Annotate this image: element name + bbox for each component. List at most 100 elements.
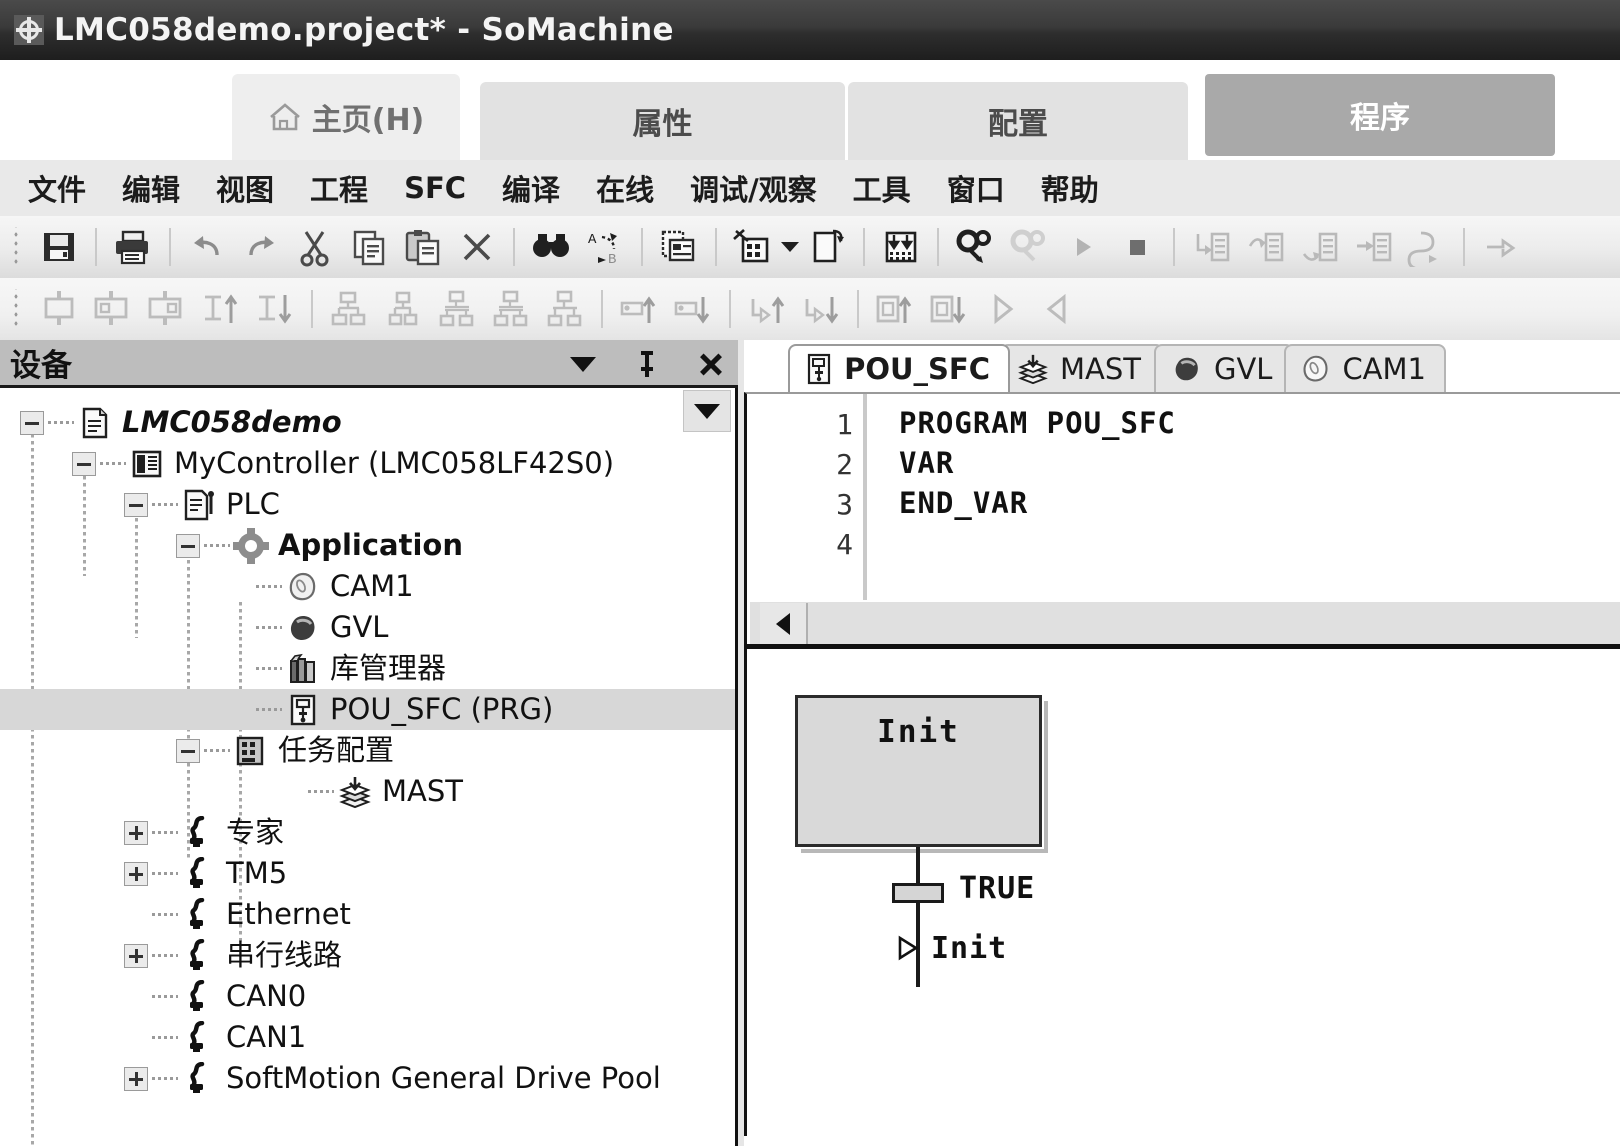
- tree-item-can0[interactable]: CAN0: [0, 976, 735, 1017]
- logout-icon[interactable]: [1002, 222, 1056, 272]
- ribbon-tab-configuration[interactable]: 配置: [848, 82, 1188, 160]
- set-next-statement-icon[interactable]: [1400, 222, 1454, 272]
- tree-item-gvl[interactable]: GVL: [0, 607, 735, 648]
- expander-plus-icon[interactable]: [124, 1066, 148, 1091]
- chevron-down-icon[interactable]: [568, 349, 598, 379]
- insert-macro-after-icon[interactable]: [922, 284, 976, 334]
- tree-item-task-configuration[interactable]: 任务配置: [0, 730, 735, 771]
- tree-item-application[interactable]: Application: [0, 525, 735, 566]
- tab-cam1[interactable]: CAM1: [1284, 344, 1446, 392]
- declaration-hscrollbar[interactable]: [750, 600, 1620, 644]
- expander-plus-icon[interactable]: [124, 943, 148, 968]
- triangle-left-icon[interactable]: [760, 603, 808, 644]
- tab-pou-sfc[interactable]: POU_SFC: [788, 344, 1010, 392]
- ribbon-tab-home[interactable]: 主页(H): [232, 74, 460, 160]
- menu-item-tools[interactable]: 工具: [853, 167, 911, 209]
- download-icon[interactable]: [874, 222, 928, 272]
- tree-item-expert[interactable]: 专家: [0, 812, 735, 853]
- tree-item-mast[interactable]: MAST: [0, 771, 735, 812]
- login-icon[interactable]: [948, 222, 1002, 272]
- generate-code-icon[interactable]: [800, 222, 854, 272]
- menu-item-help[interactable]: 帮助: [1041, 167, 1099, 209]
- print-icon[interactable]: [106, 222, 160, 272]
- insert-branch-extra-icon[interactable]: [538, 284, 592, 334]
- tree-item-library-manager[interactable]: 库管理器: [0, 648, 735, 689]
- menu-item-online[interactable]: 在线: [596, 167, 654, 209]
- insert-parallel-branch-left-icon[interactable]: [430, 284, 484, 334]
- replace-icon[interactable]: AB: [578, 222, 632, 272]
- ribbon-tab-properties[interactable]: 属性: [480, 82, 845, 160]
- tree-item-cam1[interactable]: CAM1: [0, 566, 735, 607]
- menu-item-file[interactable]: 文件: [28, 167, 86, 209]
- undo-icon[interactable]: [180, 222, 234, 272]
- tree-item-controller[interactable]: MyController (LMC058LF42S0): [0, 443, 735, 484]
- cut-icon[interactable]: [288, 222, 342, 272]
- menu-item-project[interactable]: 工程: [310, 167, 368, 209]
- tree-item-ethernet[interactable]: Ethernet: [0, 894, 735, 935]
- expander-plus-icon[interactable]: [124, 820, 148, 845]
- ribbon-tab-program[interactable]: 程序: [1205, 74, 1555, 156]
- insert-alt-branch-right-icon[interactable]: [376, 284, 430, 334]
- expander-minus-icon[interactable]: [124, 492, 148, 517]
- run-to-cursor-icon[interactable]: [1346, 222, 1400, 272]
- save-icon[interactable]: [32, 222, 86, 272]
- insert-parallel-up-icon[interactable]: [194, 284, 248, 334]
- insert-action-after-icon[interactable]: [794, 284, 848, 334]
- menu-item-sfc[interactable]: SFC: [404, 171, 466, 205]
- run-icon[interactable]: [1056, 222, 1110, 272]
- insert-parallel-branch-right-icon[interactable]: [484, 284, 538, 334]
- paste-icon[interactable]: [396, 222, 450, 272]
- insert-alt-branch-left-icon[interactable]: [322, 284, 376, 334]
- declaration-editor[interactable]: 1 2 3 4 PROGRAM POU_SFC VAR END_VAR: [744, 392, 1620, 646]
- tree-item-tm5[interactable]: TM5: [0, 853, 735, 894]
- tree-item-pou-sfc[interactable]: POU_SFC (PRG): [0, 689, 735, 730]
- insert-jump-icon[interactable]: [612, 284, 666, 334]
- expander-plus-icon[interactable]: [124, 861, 148, 886]
- insert-parallel-down-icon[interactable]: [248, 284, 302, 334]
- build-dropdown-caret-icon[interactable]: [780, 222, 800, 272]
- sfc-step-init[interactable]: Init: [793, 693, 1044, 849]
- tree-item-serial-line[interactable]: 串行线路: [0, 935, 735, 976]
- flow-control-icon[interactable]: [1474, 222, 1528, 272]
- insert-step-transition-after-icon[interactable]: [86, 284, 140, 334]
- insert-macro-icon[interactable]: [868, 284, 922, 334]
- insert-jump-after-icon[interactable]: [666, 284, 720, 334]
- toolbar-grip[interactable]: [8, 227, 26, 267]
- step-out-icon[interactable]: [1292, 222, 1346, 272]
- tree-item-project[interactable]: LMC058demo: [0, 402, 735, 443]
- tree-item-softmotion-pool[interactable]: SoftMotion General Drive Pool: [0, 1058, 735, 1099]
- expander-minus-icon[interactable]: [20, 410, 44, 435]
- pin-icon[interactable]: [632, 349, 662, 379]
- step-over-icon[interactable]: [1238, 222, 1292, 272]
- insert-action-icon[interactable]: [740, 284, 794, 334]
- stop-icon[interactable]: [1110, 222, 1164, 272]
- toolbar-grip[interactable]: [8, 289, 26, 329]
- expander-minus-icon[interactable]: [176, 738, 200, 763]
- insert-branch-icon[interactable]: [140, 284, 194, 334]
- tab-gvl[interactable]: GVL: [1154, 344, 1294, 392]
- sfc-transition[interactable]: [892, 883, 944, 903]
- step-into-icon[interactable]: [1184, 222, 1238, 272]
- insert-step-transition-icon[interactable]: [32, 284, 86, 334]
- zoom-in-macro-icon[interactable]: [976, 284, 1030, 334]
- delete-icon[interactable]: [450, 222, 504, 272]
- menu-item-view[interactable]: 视图: [216, 167, 274, 209]
- tab-mast[interactable]: MAST: [1000, 344, 1164, 392]
- properties-icon[interactable]: [652, 222, 706, 272]
- menu-item-window[interactable]: 窗口: [947, 167, 1005, 209]
- menu-item-build[interactable]: 编译: [502, 167, 560, 209]
- tree-item-plc[interactable]: PLC: [0, 484, 735, 525]
- expander-minus-icon[interactable]: [176, 533, 200, 558]
- tree-item-can1[interactable]: CAN1: [0, 1017, 735, 1058]
- close-icon[interactable]: [696, 349, 726, 379]
- menu-item-edit[interactable]: 编辑: [122, 167, 180, 209]
- copy-icon[interactable]: [342, 222, 396, 272]
- menu-item-debug[interactable]: 调试/观察: [690, 167, 817, 209]
- find-icon[interactable]: [524, 222, 578, 272]
- code-line: PROGRAM POU_SFC: [899, 406, 1176, 440]
- sfc-diagram-editor[interactable]: Init TRUE Init: [744, 644, 1620, 1136]
- build-icon[interactable]: [726, 222, 780, 272]
- zoom-out-macro-icon[interactable]: [1030, 284, 1084, 334]
- redo-icon[interactable]: [234, 222, 288, 272]
- expander-minus-icon[interactable]: [72, 451, 96, 476]
